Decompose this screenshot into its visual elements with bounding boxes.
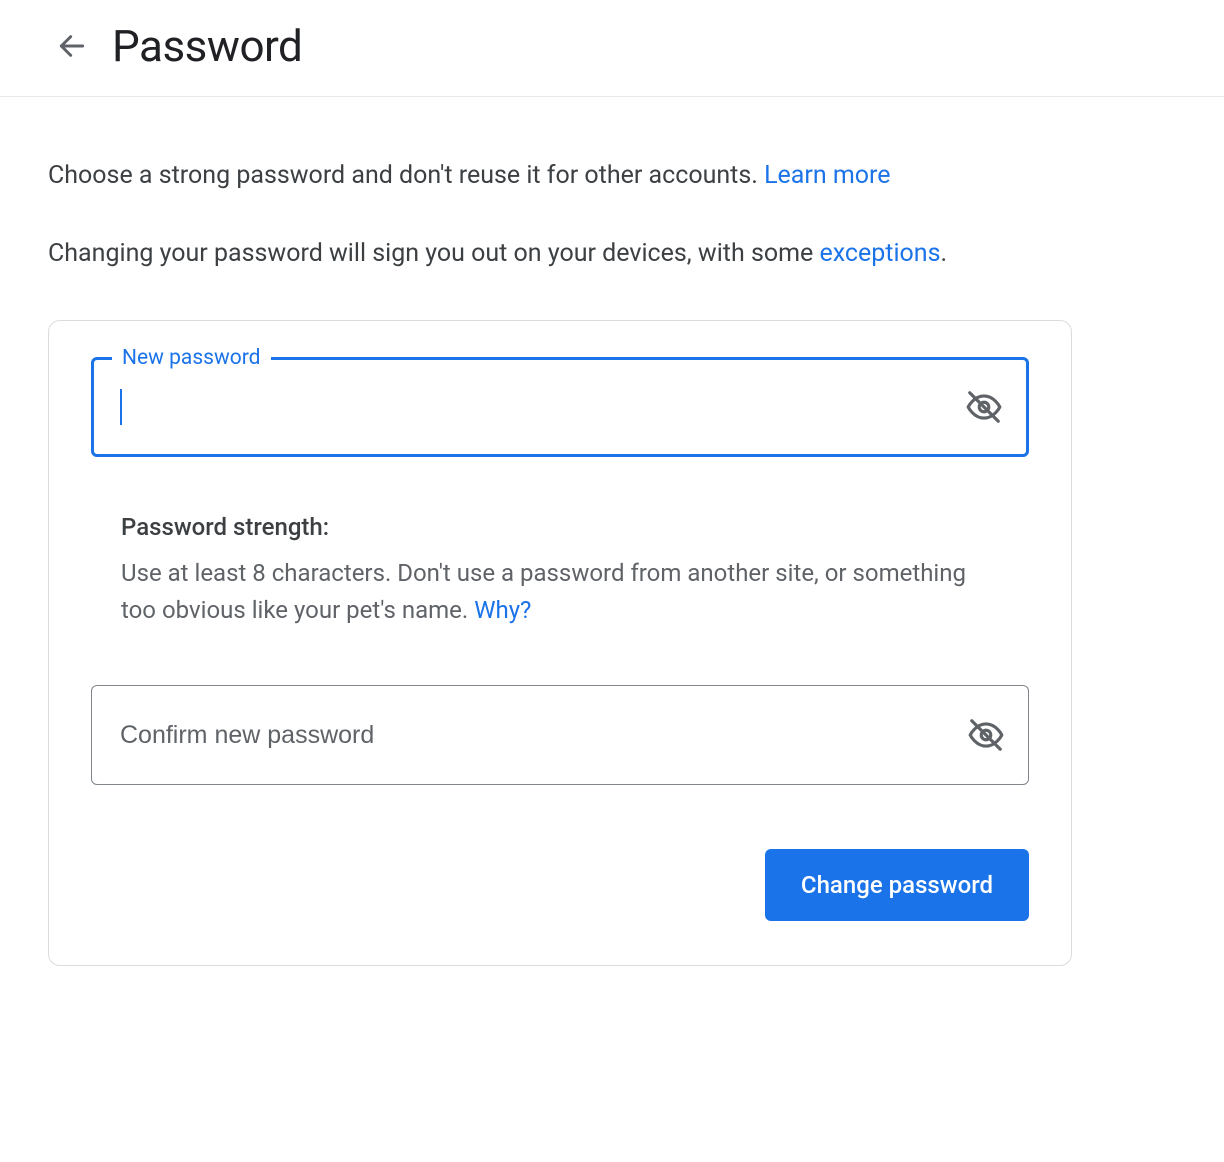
- button-row: Change password: [91, 849, 1029, 921]
- password-strength-title: Password strength:: [121, 513, 999, 541]
- eye-off-icon: [967, 716, 1005, 754]
- page-header: Password: [0, 0, 1224, 97]
- toggle-visibility-confirm[interactable]: [962, 711, 1010, 759]
- toggle-visibility-new[interactable]: [960, 383, 1008, 431]
- why-link[interactable]: Why?: [474, 596, 531, 624]
- new-password-input[interactable]: [120, 360, 958, 454]
- content-area: Choose a strong password and don't reuse…: [0, 97, 1120, 1014]
- password-strength-block: Password strength: Use at least 8 charac…: [91, 513, 1029, 629]
- strength-text-body: Use at least 8 characters. Don't use a p…: [121, 559, 966, 624]
- confirm-password-outline: [91, 685, 1029, 785]
- confirm-password-field-wrap: [91, 685, 1029, 785]
- new-password-outline: New password: [91, 357, 1029, 457]
- intro-line-2: Changing your password will sign you out…: [48, 235, 1072, 273]
- page-title: Password: [112, 20, 302, 72]
- intro-text-2a: Changing your password will sign you out…: [48, 239, 819, 268]
- arrow-left-icon: [56, 30, 88, 62]
- intro-text-2b: .: [941, 239, 948, 268]
- intro-line-1: Choose a strong password and don't reuse…: [48, 157, 1072, 195]
- intro-text-1: Choose a strong password and don't reuse…: [48, 161, 764, 190]
- change-password-button[interactable]: Change password: [765, 849, 1029, 921]
- back-button[interactable]: [48, 22, 96, 70]
- eye-off-icon: [965, 388, 1003, 426]
- password-strength-text: Use at least 8 characters. Don't use a p…: [121, 555, 999, 629]
- learn-more-link[interactable]: Learn more: [764, 161, 890, 190]
- confirm-password-input[interactable]: [118, 686, 960, 784]
- exceptions-link[interactable]: exceptions: [819, 239, 940, 268]
- text-caret: [120, 389, 122, 425]
- new-password-field-wrap: New password: [91, 357, 1029, 457]
- new-password-label: New password: [112, 346, 271, 370]
- password-card: New password Password strength: Use at l…: [48, 320, 1072, 966]
